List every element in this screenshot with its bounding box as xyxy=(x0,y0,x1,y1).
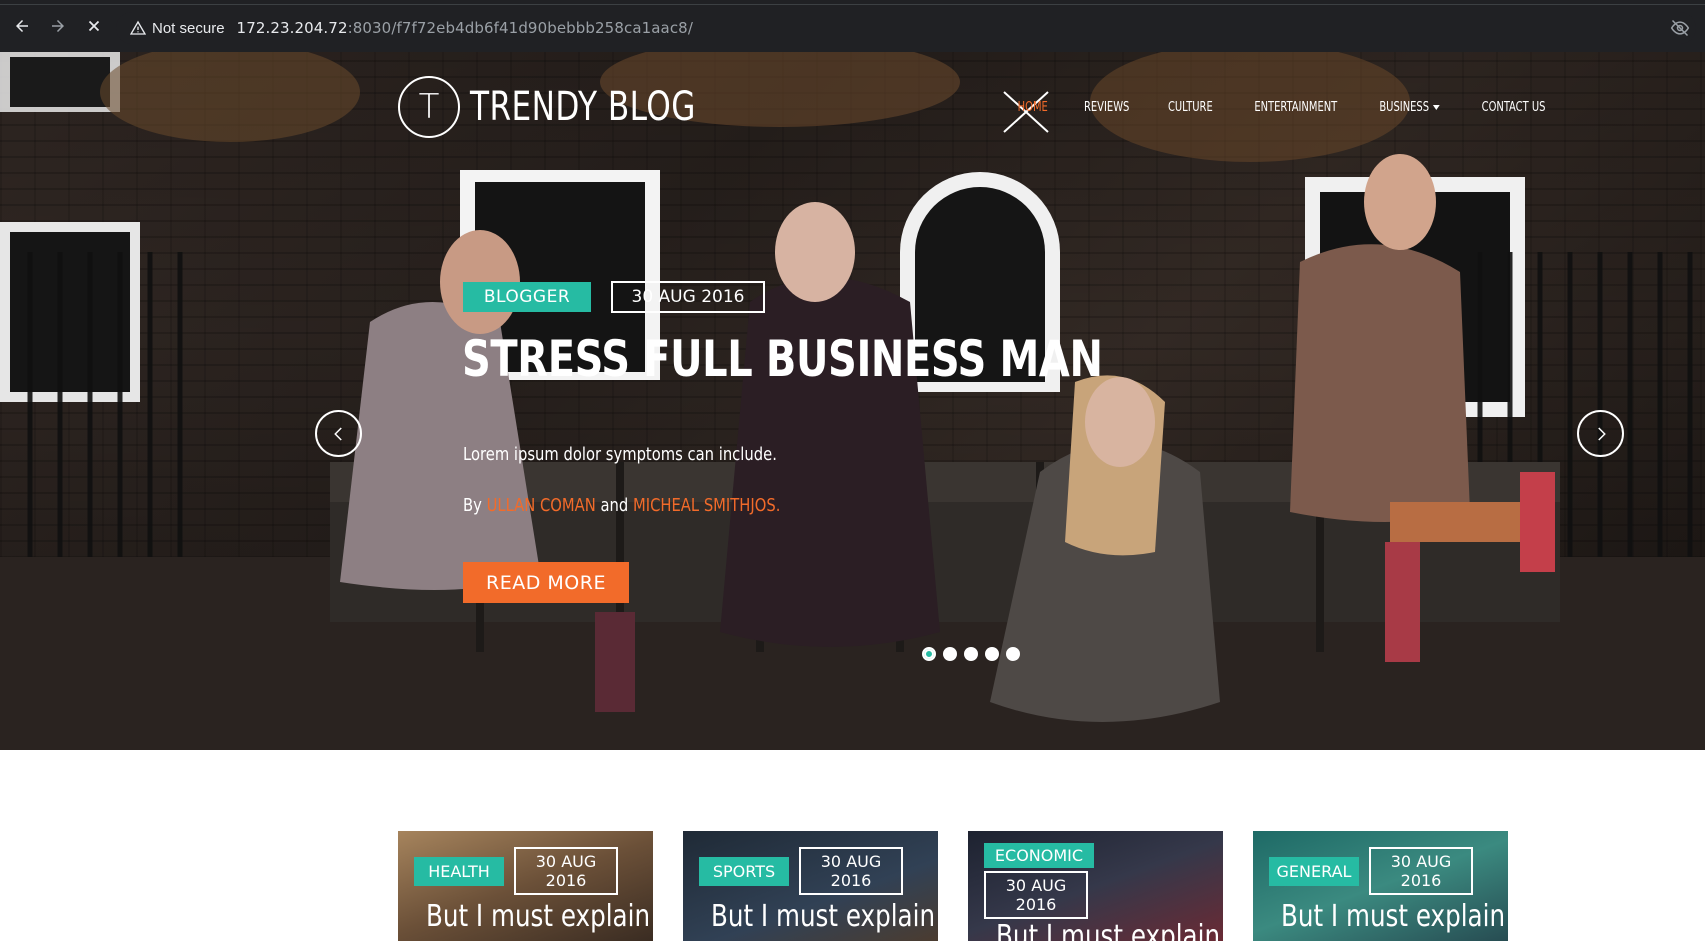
slider-dot[interactable] xyxy=(964,647,978,661)
nav-item-business-label: BUSINESS xyxy=(1379,100,1430,115)
author-link-2[interactable]: MICHEAL SMITHJOS. xyxy=(633,495,780,516)
nav-item-culture[interactable]: CULTURE xyxy=(1155,100,1225,115)
slider-dot[interactable] xyxy=(943,647,957,661)
nav-item-contact[interactable]: CONTACT US xyxy=(1468,100,1557,115)
post-category-badge[interactable]: SPORTS xyxy=(699,856,789,886)
post-date-badge: 30 AUG 2016 xyxy=(1369,847,1473,895)
post-category-badge[interactable]: HEALTH xyxy=(414,856,504,886)
hero-background-image xyxy=(0,52,1705,750)
hero-meta: BLOGGER 30 AUG 2016 xyxy=(463,281,765,313)
back-arrow-icon xyxy=(16,20,28,32)
post-card[interactable]: HEALTH 30 AUG 2016 But I must explain xyxy=(398,831,653,941)
nav-item-home[interactable]: HOME xyxy=(1005,100,1061,115)
chevron-left-icon xyxy=(333,426,342,441)
slider-dot[interactable] xyxy=(922,647,936,661)
post-date-badge: 30 AUG 2016 xyxy=(514,847,618,895)
hero-date-badge: 30 AUG 2016 xyxy=(611,281,765,313)
forward-arrow-icon xyxy=(52,20,64,32)
nav-item-business[interactable]: BUSINESS xyxy=(1367,100,1453,115)
tab-strip xyxy=(0,0,1705,5)
post-card-meta: GENERAL 30 AUG 2016 xyxy=(1269,847,1473,895)
slider-prev-button[interactable] xyxy=(315,410,362,457)
url-host: 172.23.204.72 xyxy=(236,19,348,37)
post-date-badge: 30 AUG 2016 xyxy=(984,871,1088,919)
hero-slider: T TRENDY BLOG HOME REVIEWS CULTURE ENTER… xyxy=(0,52,1705,750)
back-button[interactable] xyxy=(8,12,36,40)
browser-toolbar: Not secure 172.23.204.72:8030/f7f72eb4db… xyxy=(0,0,1705,52)
post-card-meta: SPORTS 30 AUG 2016 xyxy=(699,847,903,895)
close-icon xyxy=(88,20,100,32)
slider-pagination xyxy=(922,647,1020,661)
slider-dot[interactable] xyxy=(1006,647,1020,661)
hero-category-badge[interactable]: BLOGGER xyxy=(463,282,591,312)
site-name: TRENDY BLOG xyxy=(470,84,696,130)
post-card-meta: ECONOMIC 30 AUG 2016 xyxy=(984,843,1094,919)
post-card-title[interactable]: But I must explain xyxy=(711,899,935,934)
site-logo[interactable]: T TRENDY BLOG xyxy=(398,76,759,138)
post-card[interactable]: ECONOMIC 30 AUG 2016 But I must explain xyxy=(968,831,1223,941)
stop-loading-button[interactable] xyxy=(80,12,108,40)
byline-conjunction: and xyxy=(600,495,629,516)
post-card-meta: HEALTH 30 AUG 2016 xyxy=(414,847,618,895)
forward-button[interactable] xyxy=(44,12,72,40)
hero-byline: By ULLAN COMAN and MICHEAL SMITHJOS. xyxy=(463,495,780,516)
post-category-badge[interactable]: ECONOMIC xyxy=(984,843,1094,868)
slider-dot[interactable] xyxy=(985,647,999,661)
hero-title[interactable]: STRESS FULL BUSINESS MAN xyxy=(462,330,1103,388)
featured-posts: HEALTH 30 AUG 2016 But I must explain SP… xyxy=(398,831,1508,941)
eye-off-icon[interactable] xyxy=(1670,18,1690,38)
url-text[interactable]: 172.23.204.72:8030/f7f72eb4db6f41d90bebb… xyxy=(237,19,693,37)
post-card-title[interactable]: But I must explain xyxy=(996,919,1220,941)
security-indicator[interactable]: Not secure xyxy=(130,20,225,37)
author-link-1[interactable]: ULLAN COMAN xyxy=(487,495,596,516)
read-more-button[interactable]: READ MORE xyxy=(463,562,629,603)
logo-mark: T xyxy=(398,76,460,138)
nav-item-reviews[interactable]: REVIEWS xyxy=(1072,100,1143,115)
security-label: Not secure xyxy=(152,19,225,37)
address-bar[interactable]: Not secure 172.23.204.72:8030/f7f72eb4db… xyxy=(116,12,1696,44)
slider-next-button[interactable] xyxy=(1577,410,1624,457)
url-path: :8030/f7f72eb4db6f41d90bebbb258ca1aac8/ xyxy=(347,19,693,37)
post-card[interactable]: SPORTS 30 AUG 2016 But I must explain xyxy=(683,831,938,941)
main-navigation: HOME REVIEWS CULTURE ENTERTAINMENT BUSIN… xyxy=(1000,100,1566,115)
warning-icon xyxy=(130,20,146,35)
nav-item-entertainment[interactable]: ENTERTAINMENT xyxy=(1241,100,1349,115)
chevron-right-icon xyxy=(1597,426,1606,441)
post-date-badge: 30 AUG 2016 xyxy=(799,847,903,895)
post-card-title[interactable]: But I must explain xyxy=(1281,899,1505,934)
caret-down-icon xyxy=(1433,105,1441,110)
post-card-title[interactable]: But I must explain xyxy=(426,899,650,934)
post-category-badge[interactable]: GENERAL xyxy=(1269,856,1359,886)
post-card[interactable]: GENERAL 30 AUG 2016 But I must explain xyxy=(1253,831,1508,941)
byline-prefix: By xyxy=(463,495,482,516)
hero-description: Lorem ipsum dolor symptoms can include. xyxy=(463,444,777,465)
